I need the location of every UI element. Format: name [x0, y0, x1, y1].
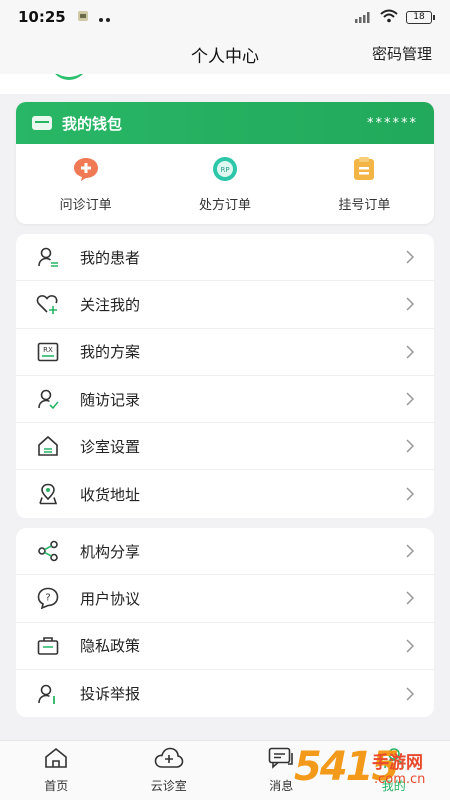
menu-item-complaint-report[interactable]: 投诉举报 — [16, 670, 434, 717]
wallet-icon — [32, 116, 52, 130]
menu-label: 机构分享 — [80, 542, 141, 561]
heart-plus-icon — [36, 292, 60, 316]
registration-order-button[interactable]: 挂号订单 — [295, 144, 434, 224]
home-icon — [44, 747, 68, 773]
registration-order-icon — [351, 156, 377, 186]
prescription-order-label: 处方订单 — [198, 197, 251, 213]
menu-group-secondary: 机构分享 ? 用户协议 隐私政策 投诉举报 — [16, 528, 434, 718]
menu-group-primary: 我的患者 关注我的 RX 我的方案 随访记录 诊室设置 收货地址 — [16, 234, 434, 518]
menu-item-my-plans[interactable]: RX 我的方案 — [16, 329, 434, 376]
privacy-icon — [36, 634, 60, 658]
tab-label: 云诊室 — [150, 779, 187, 793]
prescription-order-icon: RP — [211, 156, 239, 186]
password-manage-button[interactable]: 密码管理 — [372, 43, 432, 64]
chevron-right-icon — [402, 543, 418, 559]
menu-label: 隐私政策 — [80, 637, 141, 656]
followup-icon — [36, 387, 60, 411]
more-notifications-icon — [98, 8, 112, 27]
menu-label: 我的方案 — [80, 343, 141, 362]
cloud-clinic-icon — [154, 747, 184, 773]
battery-icon: 18 — [406, 10, 435, 24]
chevron-right-icon — [402, 249, 418, 265]
chevron-right-icon — [402, 486, 418, 502]
tab-label: 消息 — [269, 779, 294, 793]
menu-label: 收货地址 — [80, 485, 141, 504]
message-icon — [268, 747, 294, 773]
address-icon — [36, 482, 60, 506]
wallet-card: 我的钱包 ****** 问诊订单 RP 处方订单 挂号订单 — [16, 102, 434, 224]
wifi-icon — [380, 8, 398, 27]
menu-item-followers[interactable]: 关注我的 — [16, 281, 434, 329]
menu-item-org-share[interactable]: 机构分享 — [16, 528, 434, 576]
watermark-domain: .com.cn — [374, 772, 426, 787]
status-bar: 10:25 18 — [0, 0, 450, 34]
menu-label: 投诉举报 — [80, 685, 141, 704]
svg-text:RP: RP — [220, 166, 229, 174]
chevron-right-icon — [402, 391, 418, 407]
tab-label: 首页 — [44, 779, 69, 793]
signal-icon — [354, 8, 372, 27]
menu-item-clinic-settings[interactable]: 诊室设置 — [16, 423, 434, 471]
nav-bar: 个人中心 密码管理 — [0, 34, 450, 74]
menu-item-user-agreement[interactable]: ? 用户协议 — [16, 575, 434, 623]
wallet-header[interactable]: 我的钱包 ****** — [16, 102, 434, 144]
consult-order-label: 问诊订单 — [59, 197, 112, 213]
consult-order-button[interactable]: 问诊订单 — [16, 144, 155, 224]
menu-label: 诊室设置 — [80, 437, 141, 456]
site-watermark: 5415 手游网 .com.cn — [294, 742, 448, 798]
rx-plan-icon: RX — [36, 340, 60, 364]
patient-icon — [36, 245, 60, 269]
avatar[interactable] — [50, 74, 88, 80]
agreement-icon: ? — [36, 586, 60, 610]
profile-header — [0, 74, 450, 94]
consult-order-icon — [72, 156, 100, 186]
chevron-right-icon — [402, 590, 418, 606]
chevron-right-icon — [402, 686, 418, 702]
registration-order-label: 挂号订单 — [338, 197, 391, 213]
menu-item-shipping-address[interactable]: 收货地址 — [16, 470, 434, 517]
chevron-right-icon — [402, 438, 418, 454]
chevron-right-icon — [402, 296, 418, 312]
menu-label: 随访记录 — [80, 390, 141, 409]
order-shortcuts: 问诊订单 RP 处方订单 挂号订单 — [16, 144, 434, 224]
prescription-order-button[interactable]: RP 处方订单 — [155, 144, 294, 224]
app-notification-icon — [76, 8, 90, 27]
menu-label: 我的患者 — [80, 248, 141, 267]
share-icon — [36, 539, 60, 563]
status-time: 10:25 — [18, 8, 66, 26]
svg-text:?: ? — [45, 593, 50, 604]
svg-text:RX: RX — [43, 346, 53, 354]
watermark-name: 手游网 — [372, 753, 423, 773]
chevron-right-icon — [402, 638, 418, 654]
menu-item-privacy-policy[interactable]: 隐私政策 — [16, 623, 434, 670]
menu-label: 关注我的 — [80, 295, 141, 314]
wallet-title: 我的钱包 — [62, 114, 123, 133]
tab-cloud-clinic[interactable]: 云诊室 — [113, 741, 226, 800]
menu-label: 用户协议 — [80, 589, 141, 608]
menu-item-my-patients[interactable]: 我的患者 — [16, 234, 434, 282]
clinic-settings-icon — [36, 434, 60, 458]
tab-home[interactable]: 首页 — [0, 741, 113, 800]
chevron-right-icon — [402, 344, 418, 360]
report-icon — [36, 682, 60, 706]
menu-item-followup-records[interactable]: 随访记录 — [16, 376, 434, 424]
wallet-balance[interactable]: ****** — [367, 116, 418, 131]
